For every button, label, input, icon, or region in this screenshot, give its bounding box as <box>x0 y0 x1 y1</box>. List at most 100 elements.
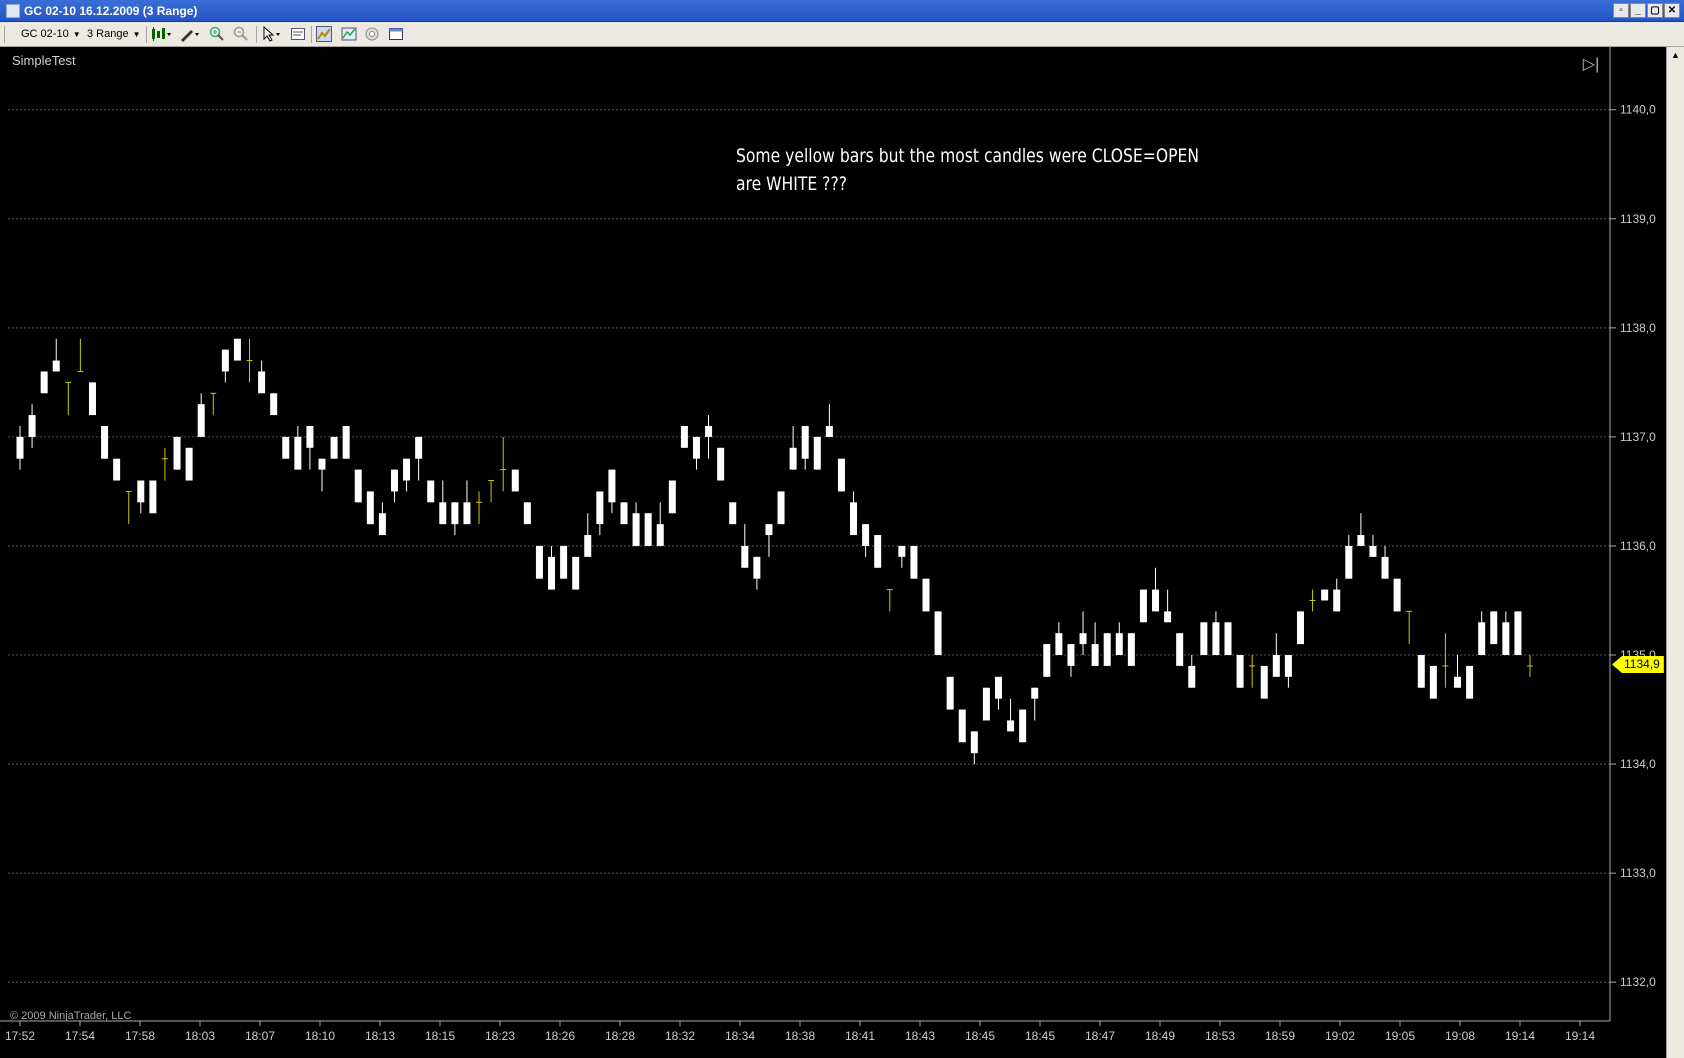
x-tick-label: 18:26 <box>545 1029 575 1043</box>
zoom-in-icon[interactable] <box>209 26 225 42</box>
restore-button[interactable]: ▫ <box>1613 3 1629 18</box>
toolbar-separator <box>4 26 5 43</box>
zoom-out-icon[interactable] <box>233 26 249 42</box>
y-tick-label: 1138,0 <box>1620 321 1656 335</box>
candle-body <box>934 611 942 656</box>
app-icon <box>6 4 20 18</box>
candle-body <box>1152 589 1160 612</box>
candle-body <box>463 502 471 525</box>
candle-body <box>427 480 435 503</box>
x-tick-label: 18:15 <box>425 1029 455 1043</box>
x-tick-label: 18:07 <box>245 1029 275 1043</box>
candle-body <box>656 524 664 546</box>
candle-body <box>403 458 411 481</box>
candle-body <box>572 556 580 590</box>
candle-body <box>1115 633 1123 656</box>
indicator-label: SimpleTest <box>12 53 76 68</box>
candle-body <box>741 545 749 568</box>
candle-body <box>197 404 205 437</box>
close-button[interactable]: ✕ <box>1664 3 1680 18</box>
candle-body <box>149 480 157 514</box>
x-tick-label: 18:10 <box>305 1029 335 1043</box>
candle-body <box>729 502 737 525</box>
candle-body <box>1031 687 1039 699</box>
candle-body <box>366 491 374 525</box>
candle-body <box>330 436 338 459</box>
interval-selector[interactable]: 3 Range ▼ <box>87 27 141 42</box>
vertical-scrollbar[interactable]: ▲ <box>1666 47 1684 1058</box>
minimize-button[interactable]: _ <box>1630 3 1646 18</box>
candle-body <box>946 676 954 710</box>
y-tick-label: 1132,0 <box>1620 975 1656 989</box>
candle-body <box>52 360 60 372</box>
candle-body <box>1502 622 1510 656</box>
candle-body <box>1369 545 1377 557</box>
candle-body <box>137 480 145 503</box>
candle-body <box>439 502 447 525</box>
candle-body <box>40 371 48 394</box>
window-titlebar: GC 02-10 16.12.2009 (3 Range) ▫ _ ▢ ✕ <box>0 0 1684 22</box>
candle-body <box>1212 622 1220 656</box>
candle-body <box>1200 622 1208 656</box>
candle-body <box>717 447 725 481</box>
candle-body <box>753 556 761 579</box>
instrument-selector[interactable]: GC 02-10 ▼ <box>21 27 81 42</box>
candle-body <box>318 458 326 470</box>
pencil-draw-icon[interactable] <box>179 26 199 42</box>
candle-body <box>1490 611 1498 645</box>
pointer-icon[interactable] <box>262 25 280 42</box>
chart-toolbar: GC 02-10 ▼ 3 Range ▼ <box>0 22 1684 47</box>
x-tick-label: 18:13 <box>365 1029 395 1043</box>
candle-body <box>1478 622 1486 656</box>
candle-body <box>1019 709 1027 743</box>
candle-body <box>28 415 36 437</box>
candle-body <box>1454 676 1462 688</box>
x-tick-label: 18:53 <box>1205 1029 1235 1043</box>
candle-body <box>982 687 990 721</box>
copyright-text: © 2009 NinjaTrader, LLC <box>10 1010 132 1022</box>
candle-body <box>1417 655 1425 688</box>
x-tick-label: 18:45 <box>965 1029 995 1043</box>
y-tick-label: 1140,0 <box>1620 103 1656 117</box>
candle-body <box>1067 644 1075 666</box>
candle-body <box>1139 589 1147 623</box>
toolbar-separator <box>256 26 257 43</box>
strategy-icon[interactable] <box>341 26 357 42</box>
candle-body <box>850 502 858 536</box>
crosshair-icon[interactable] <box>364 26 380 42</box>
price-chart[interactable]: 1140,01139,01138,01137,01136,01135,01134… <box>0 47 1666 1058</box>
scroll-up-icon[interactable]: ▲ <box>1668 47 1683 63</box>
x-tick-label: 18:49 <box>1145 1029 1175 1043</box>
properties-icon[interactable] <box>290 26 306 42</box>
chart-annotation: Some yellow bars but the most candles we… <box>736 145 1199 195</box>
candle-body <box>451 502 459 525</box>
candle-body <box>1514 611 1522 656</box>
candle-body <box>813 436 821 470</box>
candle-body <box>1176 633 1184 666</box>
y-tick-label: 1139,0 <box>1620 212 1656 226</box>
candle-body <box>777 491 785 525</box>
indicator-icon[interactable] <box>316 26 332 42</box>
window-title: GC 02-10 16.12.2009 (3 Range) <box>24 4 198 18</box>
maximize-button[interactable]: ▢ <box>1647 3 1663 18</box>
y-tick-label: 1134,0 <box>1620 757 1656 771</box>
candle-body <box>548 556 556 590</box>
x-tick-label: 18:03 <box>185 1029 215 1043</box>
candle-body <box>632 513 640 546</box>
candle-body <box>596 491 604 525</box>
chart-panel[interactable]: 1140,0 1139,0 1138,0 1137,0 1136,0 1135,0 1134… <box>0 47 1684 1058</box>
candle-body <box>837 458 845 492</box>
x-tick-label: 18:34 <box>725 1029 755 1043</box>
scroll-to-end-icon[interactable]: ▷| <box>1580 55 1602 75</box>
candle-body <box>1055 633 1063 656</box>
candle-body <box>1079 633 1087 645</box>
candle-body <box>378 513 386 536</box>
chevron-down-icon: ▼ <box>72 30 81 39</box>
candle-body <box>1236 655 1244 688</box>
candle-body <box>221 349 229 372</box>
candle-body <box>270 393 278 416</box>
candlestick-style-icon[interactable] <box>151 26 171 42</box>
data-box-icon[interactable] <box>388 26 404 42</box>
candle-body <box>1127 633 1135 666</box>
candle-body <box>910 545 918 579</box>
